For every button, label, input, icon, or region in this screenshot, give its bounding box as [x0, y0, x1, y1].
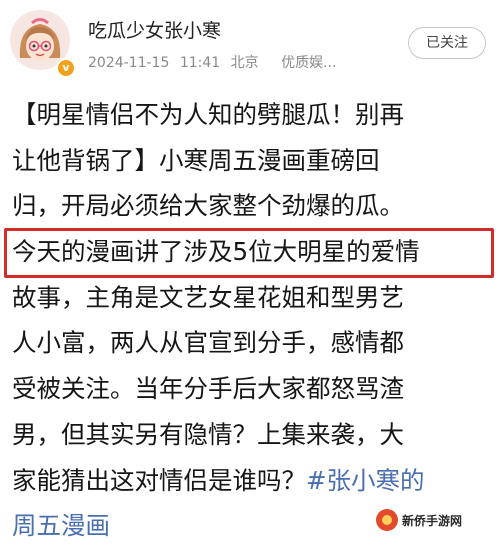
watermark-logo-icon [376, 509, 398, 531]
post-line: 让他背锅了】小寒周五漫画重磅回 [12, 145, 380, 175]
post-line-with-hashtag: 家能猜出这对情侣是谁吗？#张小寒的 [12, 458, 490, 504]
highlight-box [4, 228, 494, 278]
follow-button[interactable]: 已关注 [408, 27, 486, 59]
watermark-text: 新侨手游网 [402, 513, 463, 528]
post-header: v 吃瓜少女张小寒 2024-11-15 11:41 北京 优质娱... 已关注 [0, 0, 500, 88]
verified-badge-icon: v [56, 58, 76, 78]
post-date: 2024-11-15 [88, 55, 170, 71]
post-line: 故事，主角是文艺女星花姐和型男艺 [12, 282, 404, 312]
post-line-text: 家能猜出这对情侣是谁吗？ [12, 465, 306, 495]
post-source: 优质娱... [281, 55, 337, 71]
post-location: 北京 [230, 55, 259, 71]
watermark: 新侨手游网 [376, 507, 494, 533]
post-line: 【明星情侣不为人知的劈腿瓜！别再 [12, 100, 404, 129]
hashtag-link[interactable]: #张小寒的 [306, 466, 425, 495]
post-line: 受被关注。当年分手后大家都怒骂渣 [12, 374, 404, 404]
post-line: 人小富，两人从官宣到分手，感情都 [12, 328, 404, 358]
post-line: 归，开局必须给大家整个劲爆的瓜。 [12, 191, 404, 221]
post-line: 男，但其实另有隐情？上集来袭，大 [12, 419, 404, 449]
post-body: 【明星情侣不为人知的劈腿瓜！别再 让他背锅了】小寒周五漫画重磅回 归，开局必须给… [12, 92, 490, 549]
post-meta: 2024-11-15 11:41 北京 优质娱... [88, 52, 342, 72]
username[interactable]: 吃瓜少女张小寒 [88, 16, 221, 43]
post-time: 11:41 [179, 55, 221, 71]
